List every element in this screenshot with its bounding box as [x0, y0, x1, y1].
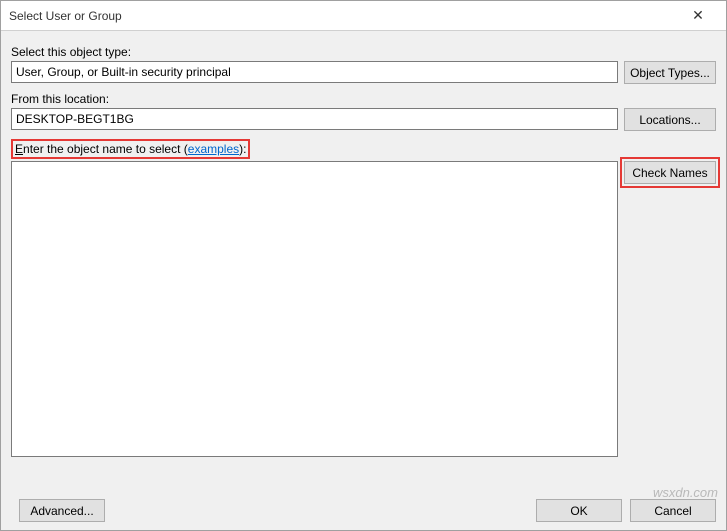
location-field — [11, 108, 618, 130]
dialog-content: Select this object type: Object Types...… — [1, 31, 726, 460]
object-name-label-pre: Enter the object name to select ( — [15, 142, 188, 156]
object-types-button[interactable]: Object Types... — [624, 61, 716, 84]
watermark: wsxdn.com — [653, 485, 718, 500]
object-name-label-highlight: Enter the object name to select (example… — [11, 139, 250, 159]
object-name-input[interactable] — [11, 161, 618, 457]
close-icon[interactable]: ✕ — [678, 1, 718, 30]
locations-button[interactable]: Locations... — [624, 108, 716, 131]
location-label: From this location: — [11, 92, 716, 106]
object-name-label: Enter the object name to select (example… — [15, 142, 246, 156]
footer: Advanced... OK Cancel — [11, 499, 716, 522]
examples-link[interactable]: examples — [188, 142, 239, 156]
titlebar: Select User or Group ✕ — [1, 1, 726, 31]
ok-button[interactable]: OK — [536, 499, 622, 522]
window-title: Select User or Group — [9, 9, 678, 23]
object-type-field — [11, 61, 618, 83]
object-type-label: Select this object type: — [11, 45, 716, 59]
advanced-button[interactable]: Advanced... — [19, 499, 105, 522]
cancel-button[interactable]: Cancel — [630, 499, 716, 522]
check-names-button[interactable]: Check Names — [624, 161, 716, 184]
object-name-label-post: ): — [239, 142, 246, 156]
